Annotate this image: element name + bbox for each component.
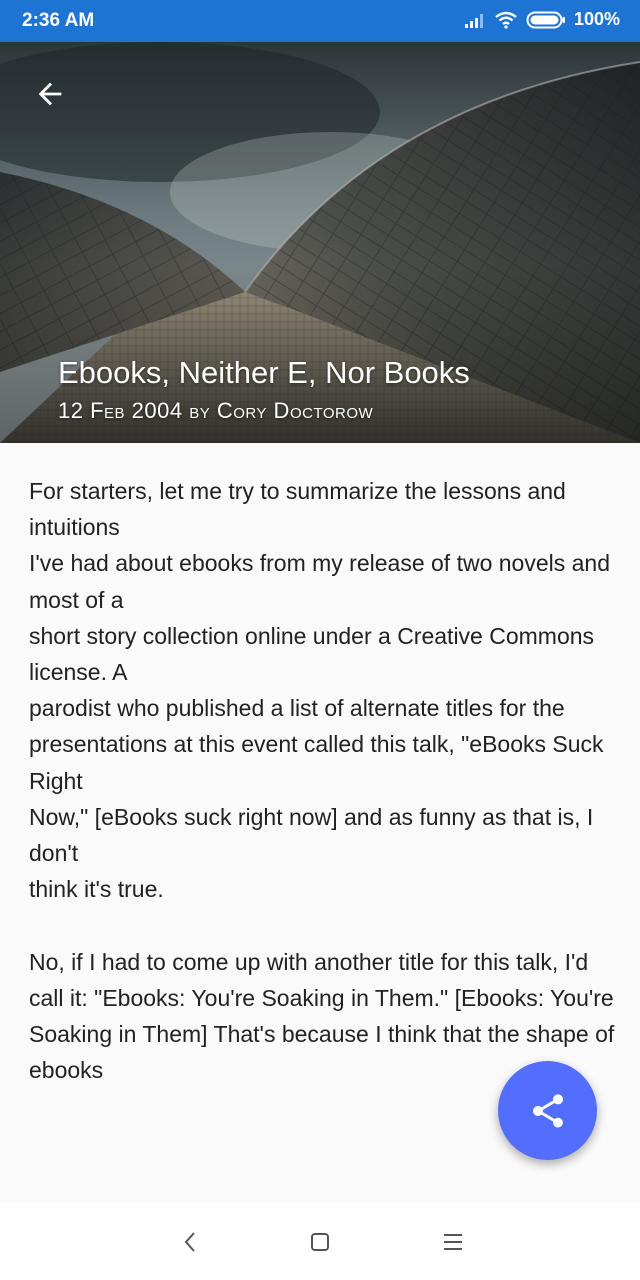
article-body: For starters, let me try to summarize th…: [29, 478, 615, 1084]
system-nav-bar: [0, 1203, 640, 1280]
article-title: Ebooks, Neither E, Nor Books: [58, 355, 470, 390]
status-time: 2:36 AM: [22, 10, 95, 31]
share-icon: [532, 1093, 563, 1128]
nav-menu-button[interactable]: [438, 1227, 468, 1257]
article-byline: 12 Feb 2004 by Cory Doctorow: [58, 398, 374, 423]
share-button[interactable]: [498, 1061, 597, 1160]
status-bar: 2:36 AM 100%: [0, 0, 640, 42]
signal-icon: [464, 13, 483, 28]
nav-home-button[interactable]: [305, 1227, 335, 1257]
menu-nav-icon: [444, 1234, 462, 1250]
back-nav-icon: [184, 1232, 195, 1252]
home-nav-icon: [311, 1233, 329, 1251]
battery-icon: [526, 11, 565, 28]
battery-percentage: 100%: [573, 9, 620, 29]
hero-header: Ebooks, Neither E, Nor Books 12 Feb 2004…: [0, 42, 640, 443]
arrow-left-icon: [38, 82, 62, 106]
status-icons: 100%: [464, 9, 620, 30]
wifi-icon: [495, 11, 517, 29]
nav-back-button[interactable]: [175, 1227, 205, 1257]
back-button[interactable]: [26, 70, 74, 118]
